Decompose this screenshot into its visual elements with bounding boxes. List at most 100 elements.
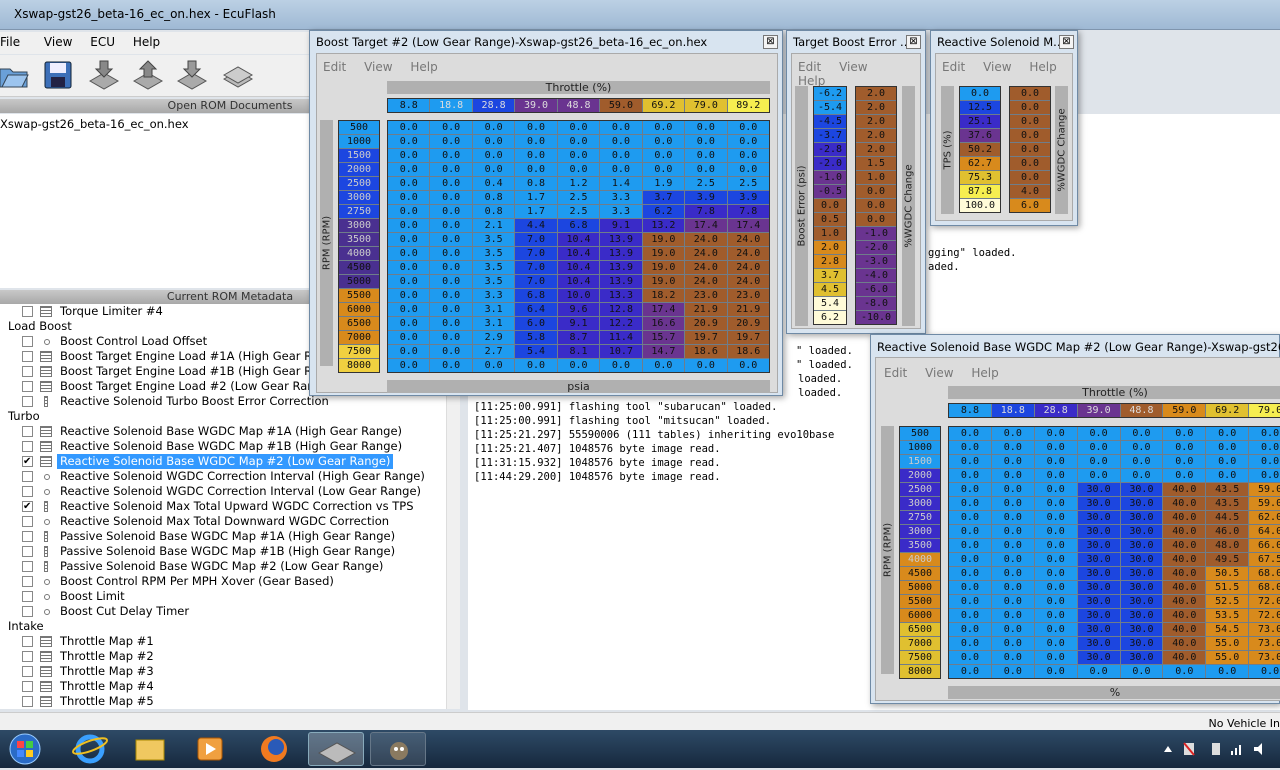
tbe-data-column[interactable]: 2.0 2.0 2.0 2.0 2.0 1.5 1.0 0.0 0.0 0.0 -1.0 -2.0 -3… (855, 86, 897, 325)
save-disk-icon[interactable] (42, 59, 74, 91)
tree-item-checkbox[interactable] (22, 366, 33, 377)
write-ecu-chip-icon[interactable] (132, 59, 164, 91)
table-value: 4.0 (1010, 185, 1050, 198)
tree-item-checkbox[interactable] (22, 546, 33, 557)
wgdc-map-window[interactable]: Reactive Solenoid Base WGDC Map #2 (Low … (870, 334, 1280, 704)
tree-item-checkbox[interactable] (22, 336, 33, 347)
tree-item[interactable]: Throttle Map #4 (0, 679, 446, 694)
tree-item-checkbox[interactable] (22, 666, 33, 677)
bt-menu-edit[interactable]: Edit (323, 60, 346, 74)
tree-item[interactable]: Reactive Solenoid WGDC Correction Interv… (0, 484, 446, 499)
tree-item-checkbox[interactable] (22, 636, 33, 647)
rsm-data-column[interactable]: 0.0 0.0 0.0 0.0 0.0 0.0 0.0 4.0 6.0 (1009, 86, 1051, 213)
menu-help[interactable]: Help (133, 32, 166, 49)
tree-item[interactable]: Boost Cut Delay Timer (0, 604, 446, 619)
tree-item-checkbox[interactable] (22, 576, 33, 587)
tree-item-checkbox[interactable] (22, 696, 33, 707)
tbe-menu-edit[interactable]: Edit (798, 60, 821, 74)
gimp-task-icon[interactable] (370, 732, 426, 766)
table-cell: 1.4 (600, 177, 642, 190)
start-button[interactable] (2, 732, 48, 766)
wg-menu-view[interactable]: View (925, 366, 953, 380)
ecuflash-task-icon[interactable] (308, 732, 364, 766)
boost-target-window[interactable]: Boost Target #2 (Low Gear Range)-Xswap-g… (309, 30, 783, 396)
rsm-close-button[interactable]: ⊠ (1059, 35, 1074, 49)
tree-item-checkbox[interactable] (22, 426, 33, 437)
table-cell: 13.3 (600, 289, 642, 302)
tree-item[interactable]: Passive Solenoid Base WGDC Map #1B (High… (0, 544, 446, 559)
tree-item[interactable]: Passive Solenoid Base WGDC Map #2 (Low G… (0, 559, 446, 574)
tree-item-checkbox[interactable] (22, 651, 33, 662)
log-line: loaded. (798, 373, 843, 385)
table-cell: 3.5 (472, 275, 515, 288)
open-folder-icon[interactable] (0, 59, 30, 91)
menu-view[interactable]: View (44, 32, 78, 49)
tree-item[interactable]: Throttle Map #2 (0, 649, 446, 664)
tree-item[interactable]: Reactive Solenoid Base WGDC Map #2 (Low … (0, 454, 446, 469)
tree-category[interactable]: Turbo (0, 409, 446, 424)
file-explorer-icon[interactable] (122, 732, 178, 766)
firefox-icon[interactable] (246, 732, 302, 766)
table-cell: 8.1 (557, 345, 600, 358)
tree-item-checkbox[interactable] (22, 396, 33, 407)
table-cell: 0.0 (1120, 455, 1163, 468)
wg-menu-edit[interactable]: Edit (884, 366, 907, 380)
bt-menu-help[interactable]: Help (410, 60, 437, 74)
boost-target-close-button[interactable]: ⊠ (763, 35, 778, 49)
tree-item-checkbox[interactable] (22, 351, 33, 362)
wg-data-grid[interactable]: 0.0 0.0 0.0 0.0 0.0 0.0 0.0 0.0 0.0 0.0 0.0 0.0 0.0 0… (948, 426, 1280, 679)
tree-item[interactable]: Throttle Map #3 (0, 664, 446, 679)
rsm-menu-edit[interactable]: Edit (942, 60, 965, 74)
tree-item-checkbox[interactable] (22, 681, 33, 692)
tree-item[interactable]: Reactive Solenoid Base WGDC Map #1A (Hig… (0, 424, 446, 439)
test-write-chip-icon[interactable] (176, 59, 208, 91)
ie-browser-icon[interactable] (62, 732, 118, 766)
tree-item-checkbox[interactable] (22, 381, 33, 392)
tree-item[interactable]: Throttle Map #5 (0, 694, 446, 709)
tree-item-checkbox[interactable] (22, 486, 33, 497)
menu-ecu[interactable]: ECU (90, 32, 121, 49)
read-ecu-chip-icon[interactable] (88, 59, 120, 91)
tree-item[interactable]: Boost Control RPM Per MPH Xover (Gear Ba… (0, 574, 446, 589)
bt-column-headers: 8.8 18.8 28.8 39.0 48.8 59.0 69.2 79.0 89.2 (387, 98, 770, 113)
tree-item-checkbox[interactable] (22, 471, 33, 482)
tree-item-checkbox[interactable] (22, 306, 33, 317)
tree-item-checkbox[interactable] (22, 606, 33, 617)
tree-item-checkbox[interactable] (22, 591, 33, 602)
tbe-close-button[interactable]: ⊠ (906, 35, 921, 49)
tree-item[interactable]: Reactive Solenoid Max Total Downward WGD… (0, 514, 446, 529)
reactive-solenoid-max-window[interactable]: Reactive Solenoid M... ⊠ Edit View Help … (930, 30, 1078, 226)
table-cell: 10.0 (557, 289, 600, 302)
table-cell: 3.5 (472, 247, 515, 260)
rsm-menu-view[interactable]: View (983, 60, 1011, 74)
tree-item[interactable]: Passive Solenoid Base WGDC Map #1A (High… (0, 529, 446, 544)
tree-item-checkbox[interactable] (22, 561, 33, 572)
wg-menu-help[interactable]: Help (971, 366, 998, 380)
tree-item-checkbox[interactable] (22, 531, 33, 542)
tree-item[interactable]: Reactive Solenoid Turbo Boost Error Corr… (0, 394, 446, 409)
bt-menu-view[interactable]: View (364, 60, 392, 74)
table-value: 2.0 (856, 143, 896, 156)
tree-item[interactable]: Reactive Solenoid Base WGDC Map #1B (Hig… (0, 439, 446, 454)
table-value: 0.0 (1010, 171, 1050, 184)
tree-item-checkbox[interactable] (22, 516, 33, 527)
tree-item-checkbox[interactable] (22, 441, 33, 452)
tree-category[interactable]: Intake (0, 619, 446, 634)
compare-chip-icon[interactable] (222, 59, 254, 91)
tree-item[interactable]: Boost Limit (0, 589, 446, 604)
wgdc-body: Edit View Help Throttle (%) 8.8 18.8 28.8 3… (875, 357, 1280, 701)
bt-data-grid[interactable]: 0.0 0.0 0.0 0.0 0.0 0.0 0.0 0.0 0.0 0.0 0.0 0.0 0.0 0… (387, 120, 770, 373)
target-boost-error-window[interactable]: Target Boost Error ... ⊠ Edit View Help … (786, 30, 926, 334)
tree-item[interactable]: Throttle Map #1 (0, 634, 446, 649)
tree-item[interactable]: Reactive Solenoid WGDC Correction Interv… (0, 469, 446, 484)
media-player-icon[interactable] (182, 732, 238, 766)
tbe-menu-view[interactable]: View (839, 60, 867, 74)
tree-item-checkbox[interactable] (22, 499, 33, 514)
tree-item-checkbox[interactable] (22, 454, 33, 469)
menu-file[interactable]: File (0, 32, 26, 49)
tree-item[interactable]: Reactive Solenoid Max Total Upward WGDC … (0, 499, 446, 514)
table-cell: 0.0 (472, 359, 515, 372)
rsm-menu-help[interactable]: Help (1029, 60, 1056, 74)
table-cell: 18.2 (642, 289, 685, 302)
rsm-menu: Edit View Help (942, 60, 1071, 74)
